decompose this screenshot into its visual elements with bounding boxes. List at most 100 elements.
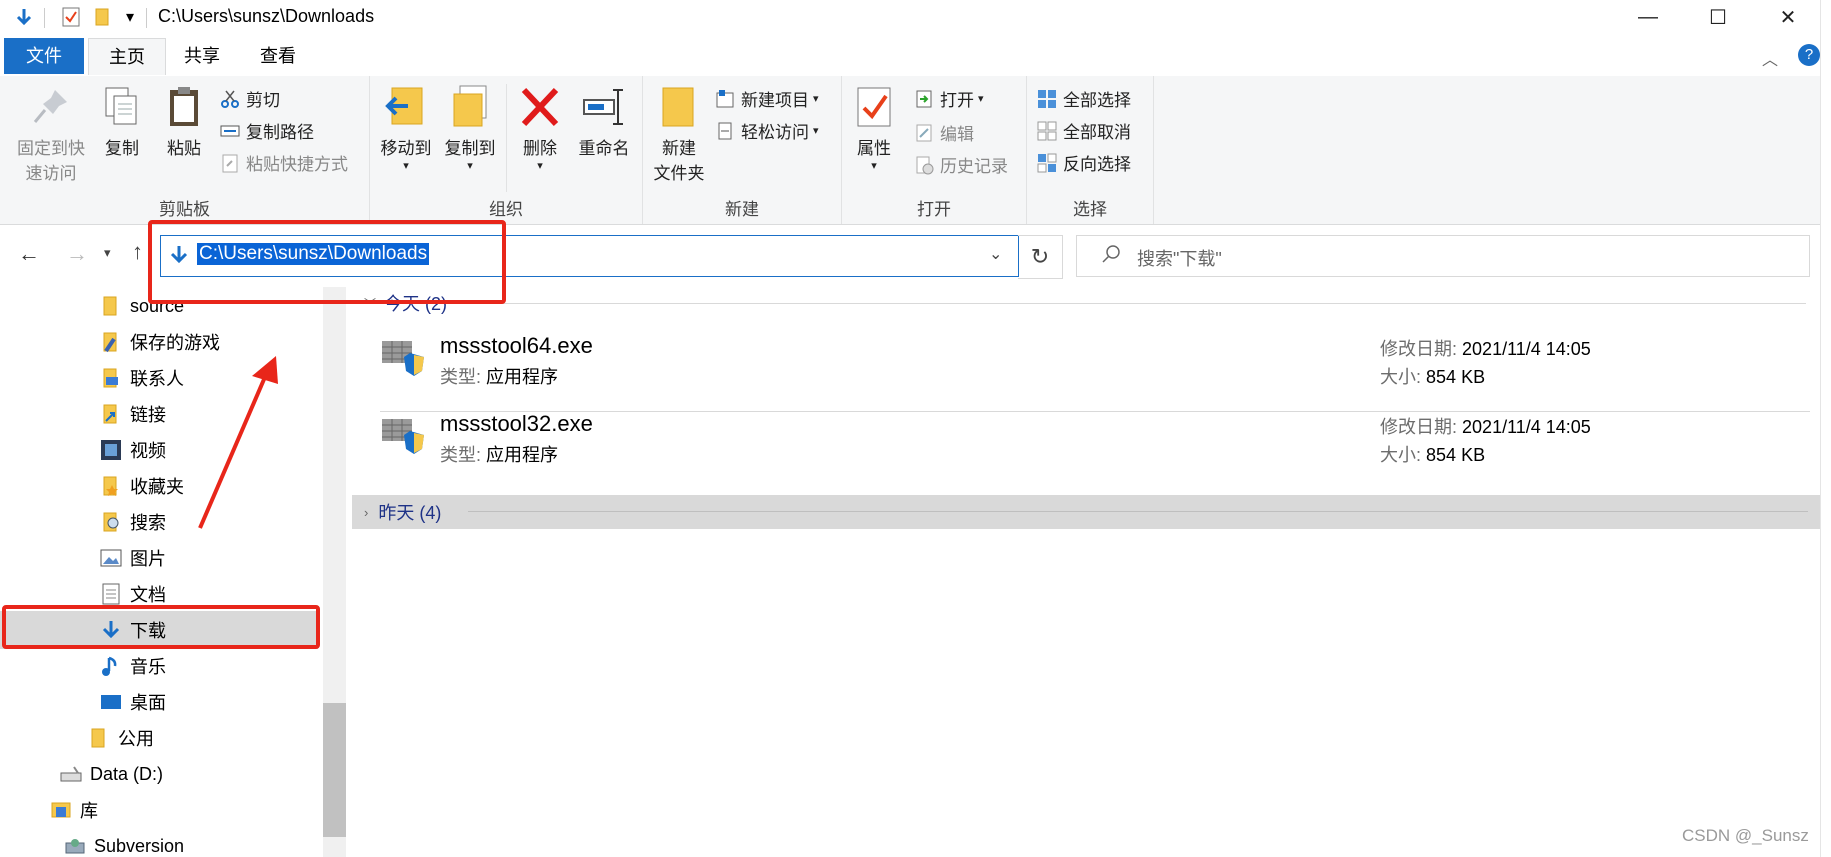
- invert-selection-label: 反向选择: [1063, 155, 1131, 174]
- nav-item-videos[interactable]: 视频: [100, 433, 166, 467]
- back-arrow-icon[interactable]: ←: [18, 241, 40, 267]
- nav-item-public[interactable]: 公用: [88, 721, 154, 755]
- nav-scrollbar-thumb[interactable]: [323, 703, 346, 837]
- nav-item-label: 链接: [130, 405, 166, 425]
- saved-games-icon: [100, 331, 122, 353]
- copy-path-button[interactable]: 复制路径: [220, 118, 314, 143]
- quick-access-dropdown[interactable]: ▾: [120, 6, 140, 28]
- cut-button[interactable]: 剪切: [220, 86, 280, 111]
- edit-button[interactable]: 编辑: [914, 120, 974, 145]
- maximize-button[interactable]: ☐: [1683, 0, 1753, 34]
- easy-access-label: 轻松访问: [741, 123, 809, 142]
- properties-icon: [852, 84, 896, 130]
- nav-item-subversion[interactable]: Subversion: [64, 829, 184, 857]
- tab-view[interactable]: 查看: [240, 38, 316, 74]
- easy-access-button[interactable]: 轻松访问 ▾: [715, 118, 819, 143]
- minimize-button[interactable]: —: [1613, 0, 1683, 34]
- tab-home[interactable]: 主页: [88, 38, 166, 75]
- file-list: ﹀ 今天 (2) mssstool64.exe 类型: 应用程序 修改日期: 2…: [350, 287, 1831, 857]
- file-date: 修改日期: 2021/11/4 14:05: [1380, 335, 1591, 361]
- annotation-address-highlight: [148, 220, 506, 304]
- nav-scrollbar[interactable]: [323, 287, 346, 857]
- chevron-down-icon: ▾: [813, 125, 819, 137]
- open-group-label: 打开: [917, 200, 951, 219]
- delete-label: 删除: [523, 139, 557, 158]
- drive-icon: [60, 763, 82, 785]
- clipboard-group-label: 剪贴板: [159, 200, 210, 219]
- nav-item-contacts[interactable]: 联系人: [100, 361, 184, 395]
- copy-label: 复制: [105, 139, 139, 158]
- ribbon-tabs: 文件 主页 共享 查看 ︿ ?: [0, 38, 1831, 75]
- properties-icon[interactable]: [58, 6, 84, 28]
- file-date-key: 修改日期:: [1380, 417, 1458, 437]
- select-none-button[interactable]: 全部取消: [1037, 118, 1131, 143]
- file-type: 类型: 应用程序: [440, 363, 558, 389]
- folder-icon: [657, 84, 701, 130]
- help-icon[interactable]: ?: [1798, 44, 1820, 66]
- group-yesterday-header[interactable]: › 昨天 (4): [364, 497, 441, 527]
- file-type-value: 应用程序: [486, 367, 559, 387]
- open-label: 打开: [940, 91, 974, 110]
- nav-item-label: 桌面: [130, 693, 166, 713]
- new-folder-button[interactable]: 新建 文件夹: [647, 84, 711, 184]
- nav-item-desktop[interactable]: 桌面: [100, 685, 166, 719]
- desktop-icon: [100, 691, 122, 713]
- properties-button[interactable]: 属性 ▾: [846, 84, 902, 172]
- file-type-value: 应用程序: [486, 445, 559, 465]
- file-date: 修改日期: 2021/11/4 14:05: [1380, 413, 1591, 439]
- copy-button[interactable]: 复制: [96, 84, 148, 159]
- move-to-icon: [384, 84, 428, 130]
- forward-arrow-icon[interactable]: →: [66, 241, 88, 267]
- tab-share[interactable]: 共享: [164, 38, 240, 74]
- copy-to-button[interactable]: 复制到 ▾: [438, 84, 502, 172]
- nav-item-libraries[interactable]: 库: [50, 793, 98, 827]
- paste-button[interactable]: 粘贴: [158, 84, 210, 159]
- invert-selection-button[interactable]: 反向选择: [1037, 150, 1131, 175]
- file-row[interactable]: mssstool32.exe 类型: 应用程序 修改日期: 2021/11/4 …: [380, 405, 1760, 469]
- new-folder-icon[interactable]: [90, 6, 114, 28]
- group-divider: [468, 303, 1806, 304]
- file-row[interactable]: mssstool64.exe 类型: 应用程序 修改日期: 2021/11/4 …: [380, 327, 1760, 391]
- nav-item-pictures[interactable]: 图片: [100, 541, 166, 575]
- address-history-chevron-icon[interactable]: ⌄: [989, 244, 1002, 264]
- file-size-key: 大小:: [1380, 445, 1422, 465]
- file-type: 类型: 应用程序: [440, 441, 558, 467]
- download-arrow-icon: [10, 6, 38, 28]
- close-button[interactable]: ✕: [1753, 0, 1823, 34]
- new-item-button[interactable]: 新建项目 ▾: [715, 86, 819, 111]
- nav-item-data-drive[interactable]: Data (D:): [60, 757, 163, 791]
- annotation-arrow-icon: [198, 356, 278, 529]
- file-size-value: 854 KB: [1426, 445, 1486, 465]
- rename-button[interactable]: 重命名: [572, 84, 636, 159]
- contacts-icon: [100, 367, 122, 389]
- organize-group-label: 组织: [489, 200, 523, 219]
- move-to-button[interactable]: 移动到 ▾: [374, 84, 438, 172]
- collapse-ribbon-icon[interactable]: ︿: [1762, 46, 1778, 70]
- open-button[interactable]: 打开 ▾: [914, 86, 984, 111]
- edit-icon: [914, 123, 934, 143]
- history-button[interactable]: 历史记录: [914, 152, 1008, 177]
- recent-locations-chevron-icon[interactable]: ▾: [104, 245, 111, 261]
- up-arrow-icon[interactable]: ↑: [132, 239, 143, 265]
- divider: [146, 8, 147, 28]
- file-size: 大小: 854 KB: [1380, 441, 1485, 467]
- search-box[interactable]: 搜索"下载": [1076, 235, 1810, 277]
- nav-item-links[interactable]: 链接: [100, 397, 166, 431]
- delete-button[interactable]: 删除 ▾: [512, 84, 568, 172]
- file-name: mssstool32.exe: [440, 411, 593, 436]
- nav-item-music[interactable]: 音乐: [100, 649, 166, 683]
- group-yesterday-row[interactable]: › 昨天 (4): [352, 495, 1820, 529]
- edit-label: 编辑: [940, 125, 974, 144]
- nav-item-favorites[interactable]: 收藏夹: [100, 469, 184, 503]
- pin-quick-access-button[interactable]: 固定到快 速访问: [10, 84, 92, 184]
- nav-item-searches[interactable]: 搜索: [100, 505, 166, 539]
- copy-path-label: 复制路径: [246, 123, 314, 142]
- tab-file[interactable]: 文件: [4, 38, 84, 74]
- paste-shortcut-button[interactable]: 粘贴快捷方式: [220, 150, 348, 175]
- annotation-downloads-highlight: [2, 605, 320, 649]
- select-all-button[interactable]: 全部选择: [1037, 86, 1131, 111]
- refresh-icon[interactable]: ↻: [1018, 235, 1063, 279]
- new-folder-label-2: 文件夹: [653, 164, 705, 183]
- title-bar: ▾ C:\Users\sunsz\Downloads — ☐ ✕: [0, 0, 1831, 34]
- application-shield-icon: [380, 409, 426, 460]
